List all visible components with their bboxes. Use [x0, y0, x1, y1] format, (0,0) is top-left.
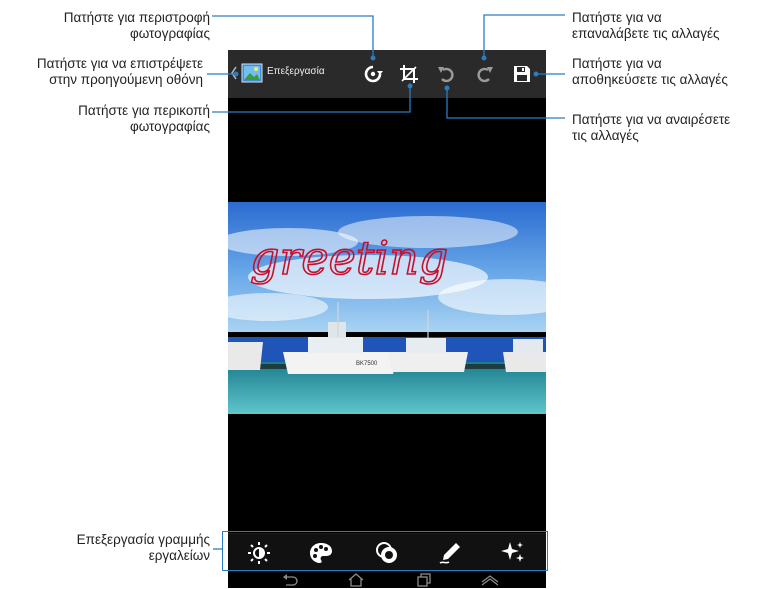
callout-undo — [446, 88, 565, 119]
callout-redo — [483, 14, 565, 58]
callout-rotate — [212, 15, 374, 58]
callout-crop — [212, 86, 411, 113]
callout-lines — [207, 14, 565, 550]
